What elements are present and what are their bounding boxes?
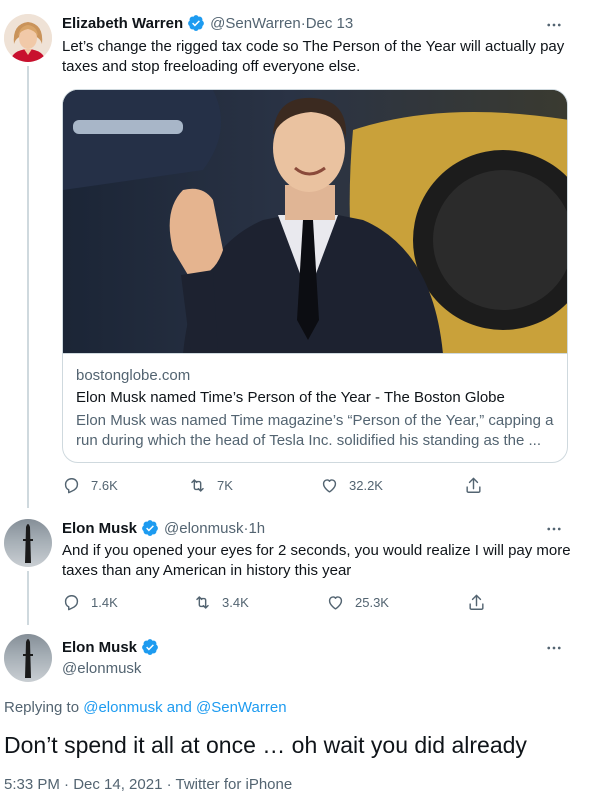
like-button[interactable]: 25.3K [326, 593, 389, 612]
share-icon [466, 477, 481, 493]
author-handle[interactable]: @elonmusk [62, 660, 141, 677]
author-name[interactable]: Elon Musk [62, 520, 137, 537]
tweet-header: Elon Musk [62, 638, 159, 656]
thread-connector [27, 571, 29, 625]
share-icon [469, 594, 484, 610]
verified-badge-icon [141, 519, 159, 537]
tweet-header: Elizabeth Warren @SenWarren · Dec 13 [62, 14, 353, 32]
reply-count: 7.6K [91, 478, 118, 493]
card-domain: bostonglobe.com [76, 367, 191, 384]
more-icon[interactable] [544, 15, 564, 35]
like-button[interactable]: 32.2K [320, 476, 383, 495]
retweet-icon [191, 479, 204, 492]
reply-button[interactable]: 7.6K [62, 476, 118, 495]
tweet-header: Elon Musk @elonmusk · 1h [62, 519, 265, 537]
main-tweet-text: Don’t spend it all at once … oh wait you… [4, 732, 527, 758]
more-icon[interactable] [544, 519, 564, 539]
replying-to: Replying to @elonmusk and @SenWarren [4, 699, 287, 716]
reply-icon [64, 478, 79, 494]
reply-icon [64, 595, 79, 611]
retweet-count: 7K [217, 478, 233, 493]
card-title: Elon Musk named Time’s Person of the Yea… [76, 389, 505, 406]
like-icon [322, 479, 337, 493]
author-name[interactable]: Elizabeth Warren [62, 15, 183, 32]
more-icon[interactable] [544, 638, 564, 658]
replying-prefix: Replying to [4, 699, 84, 716]
retweet-count: 3.4K [222, 595, 249, 610]
reply-button[interactable]: 1.4K [62, 593, 118, 612]
tweet-meta[interactable]: 5:33 PM · Dec 14, 2021 · Twitter for iPh… [4, 776, 292, 793]
author-handle[interactable]: @SenWarren [210, 15, 301, 32]
verified-badge-icon [187, 14, 205, 32]
retweet-button[interactable]: 3.4K [193, 593, 249, 612]
author-name[interactable]: Elon Musk [62, 639, 137, 656]
link-card[interactable]: bostonglobe.com Elon Musk named Time’s P… [62, 89, 568, 463]
card-image [63, 90, 567, 354]
tweet-date[interactable]: 1h [248, 520, 265, 537]
tweet-text: Let’s change the rigged tax code so The … [62, 38, 565, 75]
retweet-icon [196, 596, 209, 609]
avatar-elonmusk[interactable] [4, 519, 52, 567]
retweet-button[interactable]: 7K [188, 476, 233, 495]
replying-mentions[interactable]: @elonmusk and @SenWarren [83, 699, 286, 716]
tweet-date[interactable]: Dec 13 [306, 15, 354, 32]
verified-badge-icon [141, 638, 159, 656]
action-bar: 1.4K 3.4K 25.3K [62, 593, 492, 613]
avatar-elonmusk[interactable] [4, 634, 52, 682]
tweet-text: And if you opened your eyes for 2 second… [62, 542, 571, 579]
tweet-handle-line: @elonmusk [62, 660, 141, 677]
card-description: Elon Musk was named Time magazine’s “Per… [76, 412, 554, 449]
thread-connector [27, 66, 29, 508]
reply-count: 1.4K [91, 595, 118, 610]
share-button[interactable] [464, 476, 483, 495]
like-icon [328, 596, 343, 610]
like-count: 32.2K [349, 478, 383, 493]
share-button[interactable] [467, 593, 486, 612]
avatar-warren[interactable] [4, 14, 52, 62]
action-bar: 7.6K 7K 32.2K [62, 476, 492, 496]
like-count: 25.3K [355, 595, 389, 610]
author-handle[interactable]: @elonmusk [164, 520, 243, 537]
